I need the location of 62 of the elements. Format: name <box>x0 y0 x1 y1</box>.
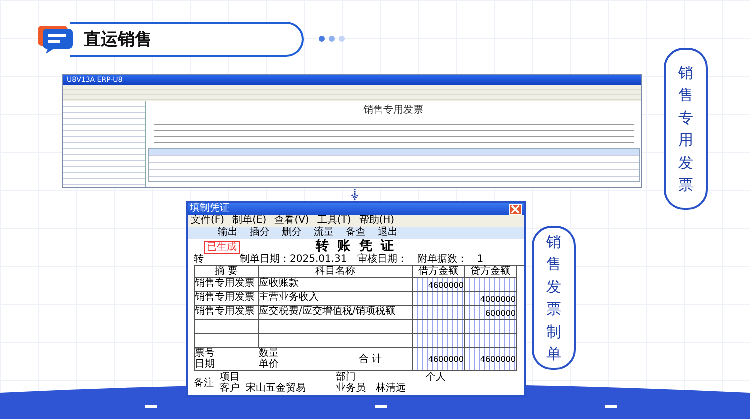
customer-label: 客户 <box>220 383 241 394</box>
audit-label: 审核日期： <box>357 254 408 265</box>
dots-icon <box>318 35 348 43</box>
department-label: 部门 <box>336 372 357 383</box>
amount-cell <box>413 334 465 348</box>
amount-cell: 4600000 <box>413 348 465 371</box>
ticket-label: 票号 <box>195 348 216 359</box>
menu-item[interactable]: 制单(E) <box>232 215 267 227</box>
down-arrow-icon <box>350 189 360 201</box>
menu-item[interactable]: 文件(F) <box>191 215 225 227</box>
salesman-name: 林清远 <box>376 383 407 394</box>
table-cell: 应交税费/应交增值税/销项税额 <box>259 306 413 320</box>
amount-cell: 600000 <box>465 306 517 320</box>
amount-cell: 4000000 <box>465 292 517 306</box>
column-header: 科目名称 <box>259 266 413 278</box>
window-title: 填制凭证 <box>190 203 230 214</box>
quantity-label: 数量 <box>259 348 280 359</box>
toolbar-button[interactable]: 退出 <box>378 227 398 239</box>
amount-cell <box>465 320 517 334</box>
callout-text: 销售发票制单 <box>546 232 562 365</box>
table-cell: 应收账款 <box>259 278 413 292</box>
callout-text: 销售专用发票 <box>678 62 694 196</box>
menu-item[interactable]: 查看(V) <box>274 215 310 227</box>
attachment-label: 附单据数： <box>417 254 468 265</box>
amount-cell <box>413 306 465 320</box>
amount-cell <box>413 292 465 306</box>
chat-bubble-icon <box>38 24 74 54</box>
toolbar-button[interactable]: 输出 <box>218 227 238 239</box>
amount-cell: 4600000 <box>413 278 465 292</box>
menu-item[interactable]: 帮助(H) <box>359 215 395 227</box>
customer-name: 宋山五金贸易 <box>246 383 307 394</box>
toolbar-button[interactable]: 删分 <box>282 227 302 239</box>
table-cell: 销售专用发票 <box>195 306 259 320</box>
menu-item[interactable]: 工具(T) <box>317 215 352 227</box>
toolbar-button[interactable]: 插分 <box>250 227 270 239</box>
salesman-label: 业务员 <box>336 383 367 394</box>
table-cell: 销售专用发票 <box>195 292 259 306</box>
person-label: 个人 <box>426 372 447 383</box>
table-cell: 主营业务收入 <box>259 292 413 306</box>
project-label: 项目 <box>220 372 241 383</box>
table-cell: 销售专用发票 <box>195 278 259 292</box>
amount-cell <box>465 278 517 292</box>
total-label: 合 计 <box>358 354 382 364</box>
voucher-title: 转 账 凭 证 <box>316 239 396 254</box>
column-header: 摘 要 <box>195 266 259 278</box>
price-label: 单价 <box>259 359 280 370</box>
toolbar-button[interactable]: 备查 <box>346 227 366 239</box>
amount-cell <box>413 320 465 334</box>
column-header: 贷方金额 <box>465 266 517 278</box>
section-title: 直运销售 <box>70 22 304 56</box>
form-title: 销售专用发票 <box>364 104 424 117</box>
note-label: 备注 <box>194 378 215 388</box>
voucher-type: 转 <box>194 254 204 265</box>
attachment-count: 1 <box>477 254 484 265</box>
status-stamp: 已生成 <box>204 241 240 254</box>
close-button[interactable] <box>509 204 522 214</box>
column-header: 借方金额 <box>413 266 465 278</box>
date-label: 日期 <box>195 359 216 370</box>
toolbar-button[interactable]: 流量 <box>314 227 334 239</box>
amount-cell: 4600000 <box>465 348 517 371</box>
amount-cell <box>465 334 517 348</box>
date-label: 制单日期：2025.01.31 <box>240 254 348 265</box>
